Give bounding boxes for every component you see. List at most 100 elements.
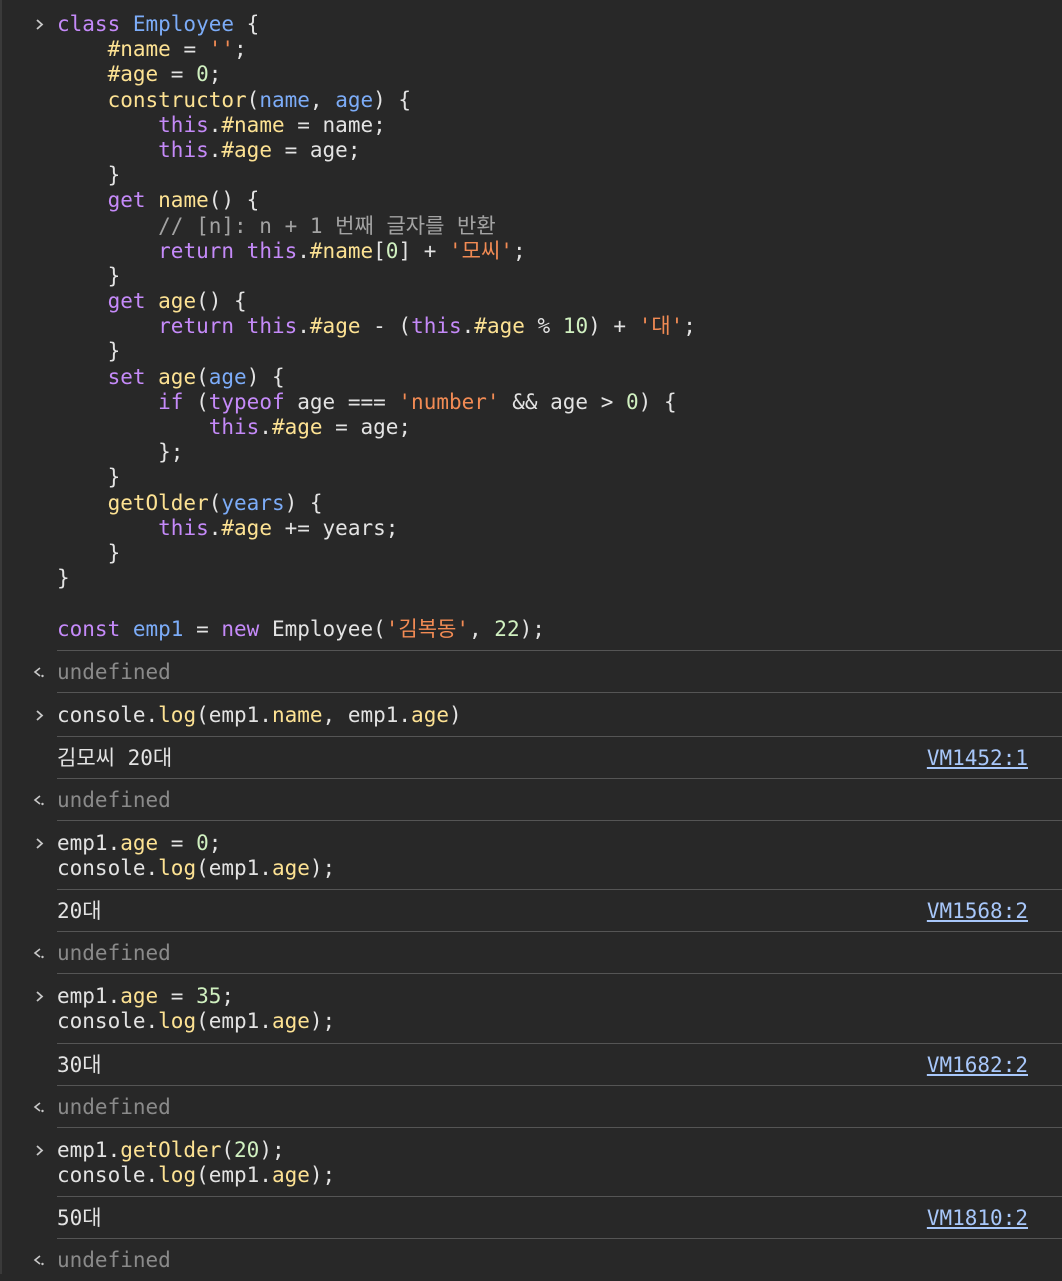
source-link[interactable]: VM1452:1 [927, 737, 1028, 779]
code-token: getOlder [120, 1137, 222, 1162]
code-token: log [158, 1009, 197, 1034]
code-token: ); [519, 616, 545, 641]
code-line: } [2, 264, 1062, 289]
code-line: emp1.age = 0; [57, 831, 1062, 856]
code-line: get name() { [2, 188, 1062, 213]
code-token: } [57, 566, 70, 591]
code-token: #age [271, 415, 323, 439]
code-line: if (typeof age === 'number' && age > 0) … [2, 390, 1062, 415]
code-token: getOlder [107, 490, 209, 515]
code-token: constructor [107, 87, 247, 112]
code-line: emp1.age = 35; [57, 984, 1062, 1009]
return-arrow-icon [30, 664, 46, 680]
code-line: class Employee { [2, 12, 1062, 37]
code-token: this [158, 515, 209, 540]
code-token: ; [221, 984, 235, 1009]
code-token: log [158, 702, 197, 727]
console-input-log-name-age[interactable]: console.log(emp1.name, emp1.age) [36, 691, 1062, 736]
code-line: this.#name = name; [2, 113, 1062, 138]
code-token: console. [57, 1162, 159, 1187]
code-line: } [2, 339, 1062, 364]
code-line: console.log(emp1.name, emp1.age) [57, 703, 1062, 728]
code-token: ( [196, 364, 209, 389]
code-token: (emp1. [196, 1162, 272, 1187]
code-token: age [208, 364, 247, 389]
console-log-message: 20대 VM1568:2 [57, 889, 1062, 931]
console-input-get-older[interactable]: emp1.getOlder(20); console.log(emp1.age); [36, 1126, 1062, 1196]
code-line: getOlder(years) { [2, 491, 1062, 516]
source-link[interactable]: VM1810:2 [927, 1197, 1028, 1239]
code-token: emp1. [57, 984, 121, 1009]
source-link[interactable]: VM1568:2 [927, 890, 1028, 932]
code-token: age [411, 702, 449, 727]
code-token: ); [309, 1009, 336, 1034]
code-line: constructor(name, age) { [2, 88, 1062, 113]
code-line: this.#age = age; [2, 138, 1062, 163]
code-token: emp1. [57, 830, 121, 855]
code-token: 'number' [398, 389, 500, 414]
code-token: ( [183, 389, 209, 414]
code-token: ); [309, 856, 336, 881]
console-input-set-age-zero[interactable]: emp1.age = 0; console.log(emp1.age); [36, 819, 1062, 889]
code-token: 0 [385, 238, 399, 263]
return-arrow-icon [30, 1099, 46, 1115]
code-token: age [158, 364, 197, 389]
code-line: return this.#age - (this.#age % 10) + '대… [2, 314, 1062, 339]
code-token: , [469, 616, 495, 641]
code-token: ; [208, 830, 222, 855]
code-token: ); [259, 1137, 285, 1162]
code-line: } [2, 566, 1062, 591]
return-arrow-icon [30, 1252, 46, 1268]
code-token: console. [57, 856, 159, 881]
code-token: 10 [562, 314, 589, 339]
code-token: } [57, 339, 121, 364]
code-token: ; [208, 62, 222, 87]
code-token: () { [208, 188, 260, 213]
code-token: 0 [196, 62, 209, 87]
chevron-right-icon [32, 703, 48, 728]
code-token: name [259, 87, 310, 112]
code-line: } [2, 163, 1062, 188]
code-token: ) { [373, 87, 412, 112]
code-token: , [309, 87, 336, 112]
code-token: (emp1. [196, 1009, 272, 1034]
code-token: return [158, 238, 247, 263]
code-token: age === [284, 389, 399, 414]
code-line: console.log(emp1.age); [57, 1009, 1062, 1034]
log-text: 50대 [57, 1206, 102, 1230]
code-token: 0 [196, 830, 209, 855]
code-token: // [n]: n + 1 번째 글자를 반환 [158, 213, 496, 238]
console-result: undefined [33, 1084, 1062, 1127]
devtools-console: class Employee { #name = ''; #age = 0; c… [0, 0, 1062, 1274]
code-line: console.log(emp1.age); [57, 1163, 1062, 1188]
code-token: ; [512, 238, 526, 263]
code-token: return [158, 314, 247, 339]
code-token: this [208, 415, 260, 439]
console-input-class-definition[interactable]: class Employee { #name = ''; #age = 0; c… [2, 0, 1062, 650]
log-text: 김모씨 20대 [57, 745, 173, 770]
code-token: () { [196, 289, 247, 314]
console-log-message: 30대 VM1682:2 [57, 1042, 1062, 1086]
console-result: undefined [33, 649, 1062, 692]
code-token: = [158, 984, 197, 1009]
code-line: #age = 0; [2, 62, 1062, 87]
code-token: ) { [246, 364, 285, 389]
code-token: years [221, 490, 285, 515]
source-link[interactable]: VM1682:2 [927, 1044, 1028, 1086]
code-token: this [158, 112, 209, 137]
log-text: 20대 [57, 899, 102, 924]
code-token: = [183, 616, 222, 641]
code-line: const emp1 = new Employee('김복동', 22); [2, 617, 1062, 642]
result-value: undefined [57, 1248, 171, 1272]
console-result: undefined [33, 777, 1062, 820]
code-token: '' [208, 37, 235, 62]
code-token: . [259, 415, 272, 439]
console-input-set-age-35[interactable]: emp1.age = 35; console.log(emp1.age); [36, 973, 1062, 1042]
